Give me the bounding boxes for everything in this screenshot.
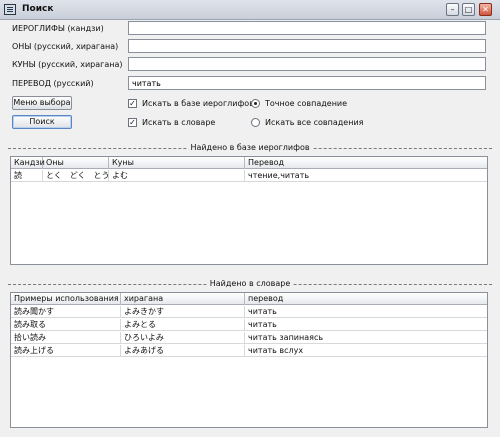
hiragana-cell: よみきかす — [121, 306, 245, 318]
all-matches-radio[interactable] — [251, 118, 260, 127]
col-header-examples[interactable]: Примеры использования — [11, 293, 121, 305]
col-header-on[interactable]: Оны — [43, 157, 109, 169]
exact-match-radio[interactable] — [251, 99, 260, 108]
search-dict-label: Искать в словаре — [142, 118, 216, 127]
col-header-kun[interactable]: Куны — [109, 157, 245, 169]
dict-results-table[interactable]: Примеры использования хирагана перевод 読… — [10, 292, 488, 428]
dict-section-title: Найдено в словаре — [0, 279, 500, 288]
translation-cell: читать запинаясь — [248, 333, 324, 342]
example-cell: 拾い読み — [11, 332, 121, 344]
hiragana-cell: ひろいよみ — [121, 332, 245, 344]
example-cell: 読み上げる — [11, 345, 121, 357]
kanji-table-header: Кандзи Оны Куны Перевод — [11, 157, 487, 169]
table-row[interactable]: 読 とく どく とう よむ чтение,читать — [11, 170, 487, 182]
translation-label: ПЕРЕВОД (русский) — [12, 79, 94, 88]
title-bar: Поиск – □ ✕ — [0, 0, 500, 20]
table-row[interactable]: 読み上げる よみあげる читать вслух — [11, 345, 487, 357]
kanji-results-table[interactable]: Кандзи Оны Куны Перевод 読 とく どく とう よむ чт… — [10, 156, 488, 265]
col-header-kanji[interactable]: Кандзи — [11, 157, 45, 169]
table-row[interactable]: 拾い読み ひろいよみ читать запинаясь — [11, 332, 487, 344]
close-button[interactable]: ✕ — [479, 3, 492, 16]
translation-cell: читать — [248, 320, 277, 329]
translation-cell: чтение,читать — [248, 171, 310, 180]
app-icon — [4, 4, 16, 15]
maximize-button[interactable]: □ — [462, 3, 475, 16]
hiragana-cell: よみとる — [121, 319, 245, 331]
table-row[interactable]: 読み取る よみとる читать — [11, 319, 487, 331]
kanji-section-title: Найдено в базе иероглифов — [0, 143, 500, 152]
kanji-input[interactable] — [128, 21, 486, 35]
kun-input[interactable] — [128, 57, 486, 71]
table-row[interactable]: 読み聞かす よみきかす читать — [11, 306, 487, 318]
all-matches-label: Искать все совпадения — [265, 118, 364, 127]
on-input[interactable] — [128, 39, 486, 53]
kanji-cell: 読 — [11, 170, 43, 182]
search-button[interactable]: Поиск — [12, 115, 72, 129]
kun-cell: よむ — [109, 170, 245, 182]
example-cell: 読み取る — [11, 319, 121, 331]
translation-input[interactable] — [128, 76, 486, 90]
search-kanji-label: Искать в базе иероглифов — [142, 99, 254, 108]
hiragana-cell: よみあげる — [121, 345, 245, 357]
menu-button[interactable]: Меню выбора — [12, 96, 72, 110]
window-title: Поиск — [22, 4, 54, 14]
col-header-dict-translation[interactable]: перевод — [245, 293, 489, 305]
on-cell: とく どく とう — [43, 170, 109, 182]
search-kanji-checkbox[interactable]: ✓ — [128, 99, 137, 108]
on-label: ОНЫ (русский, хирагана) — [12, 42, 119, 51]
minimize-button[interactable]: – — [446, 3, 459, 16]
example-cell: 読み聞かす — [11, 306, 121, 318]
translation-cell: читать — [248, 307, 277, 316]
kanji-label: ИЕРОГЛИФЫ (кандзи) — [12, 24, 104, 33]
exact-match-label: Точное совпадение — [265, 99, 348, 108]
dict-table-header: Примеры использования хирагана перевод — [11, 293, 487, 305]
col-header-hiragana[interactable]: хирагана — [121, 293, 245, 305]
translation-cell: читать вслух — [248, 346, 304, 355]
col-header-translation[interactable]: Перевод — [245, 157, 489, 169]
search-dict-checkbox[interactable]: ✓ — [128, 118, 137, 127]
kun-label: КУНЫ (русский, хирагана) — [12, 60, 123, 69]
